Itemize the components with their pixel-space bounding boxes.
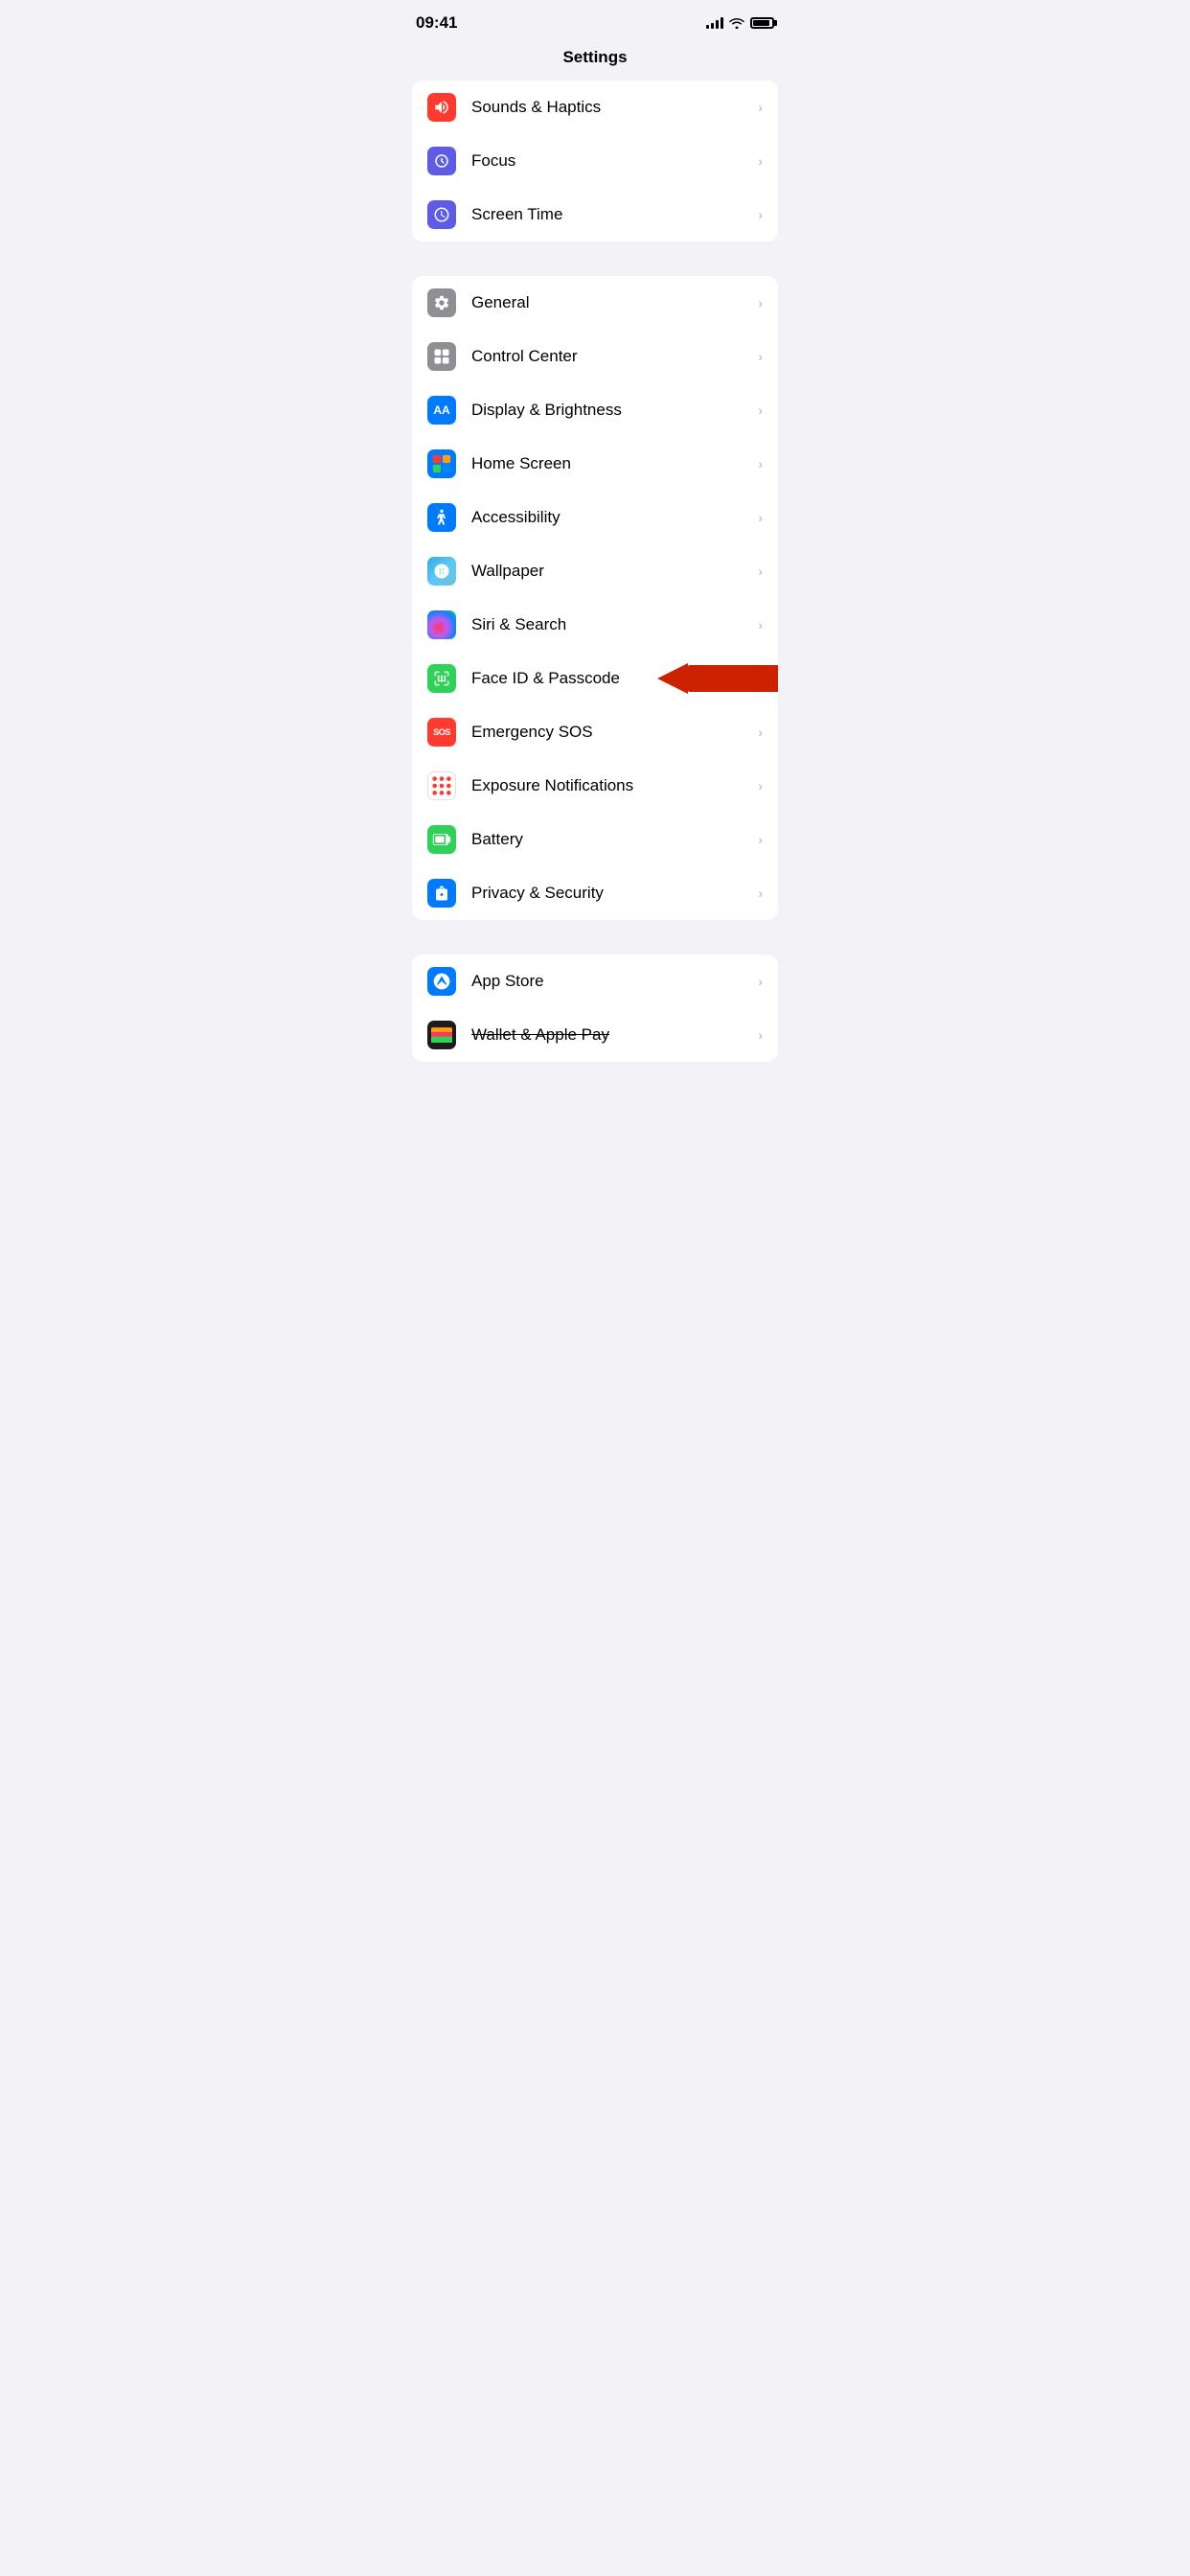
wallet-label: Wallet & Apple Pay: [471, 1025, 758, 1045]
general-chevron: ›: [758, 295, 763, 310]
settings-row-focus[interactable]: Focus ›: [412, 134, 778, 188]
settings-row-appstore[interactable]: App Store ›: [412, 954, 778, 1008]
sos-chevron: ›: [758, 724, 763, 740]
faceid-icon: [427, 664, 456, 693]
accessibility-label: Accessibility: [471, 508, 758, 527]
settings-row-wallpaper[interactable]: Wallpaper ›: [412, 544, 778, 598]
settings-group-1: Sounds & Haptics › Focus › Screen Time ›: [412, 80, 778, 242]
sos-icon: SOS: [427, 718, 456, 747]
wallpaper-chevron: ›: [758, 564, 763, 579]
settings-row-sounds[interactable]: Sounds & Haptics ›: [412, 80, 778, 134]
settings-row-homescreen[interactable]: Home Screen ›: [412, 437, 778, 491]
settings-row-display[interactable]: AA Display & Brightness ›: [412, 383, 778, 437]
homescreen-label: Home Screen: [471, 454, 758, 473]
display-icon: AA: [427, 396, 456, 425]
battery-chevron: ›: [758, 832, 763, 847]
sounds-label: Sounds & Haptics: [471, 98, 758, 117]
screentime-label: Screen Time: [471, 205, 758, 224]
status-time: 09:41: [416, 13, 457, 33]
sounds-chevron: ›: [758, 100, 763, 115]
controlcenter-label: Control Center: [471, 347, 758, 366]
homescreen-chevron: ›: [758, 456, 763, 472]
homescreen-icon: [427, 449, 456, 478]
siri-icon: [427, 610, 456, 639]
general-icon: [427, 288, 456, 317]
privacy-chevron: ›: [758, 886, 763, 901]
focus-chevron: ›: [758, 153, 763, 169]
status-bar: 09:41: [397, 0, 793, 40]
controlcenter-icon: [427, 342, 456, 371]
settings-group-2: General › Control Center › AA Display & …: [412, 276, 778, 920]
privacy-label: Privacy & Security: [471, 884, 758, 903]
wifi-icon: [729, 17, 744, 29]
faceid-label: Face ID & Passcode: [471, 669, 763, 688]
wallpaper-label: Wallpaper: [471, 562, 758, 581]
screentime-icon: [427, 200, 456, 229]
battery-icon: [427, 825, 456, 854]
signal-icon: [706, 17, 723, 29]
settings-row-battery[interactable]: Battery ›: [412, 813, 778, 866]
sos-label: Emergency SOS: [471, 723, 758, 742]
settings-row-controlcenter[interactable]: Control Center ›: [412, 330, 778, 383]
sounds-icon: [427, 93, 456, 122]
exposure-label: Exposure Notifications: [471, 776, 758, 795]
settings-row-screentime[interactable]: Screen Time ›: [412, 188, 778, 242]
appstore-label: App Store: [471, 972, 758, 991]
appstore-chevron: ›: [758, 974, 763, 989]
settings-row-faceid[interactable]: Face ID & Passcode: [412, 652, 778, 705]
display-chevron: ›: [758, 402, 763, 418]
page-title: Settings: [397, 40, 793, 80]
display-label: Display & Brightness: [471, 401, 758, 420]
settings-row-sos[interactable]: SOS Emergency SOS ›: [412, 705, 778, 759]
battery-label: Battery: [471, 830, 758, 849]
wallet-chevron: ›: [758, 1027, 763, 1043]
accessibility-chevron: ›: [758, 510, 763, 525]
screentime-chevron: ›: [758, 207, 763, 222]
settings-row-wallet[interactable]: Wallet & Apple Pay ›: [412, 1008, 778, 1062]
settings-row-siri[interactable]: Siri & Search ›: [412, 598, 778, 652]
focus-icon: [427, 147, 456, 175]
exposure-chevron: ›: [758, 778, 763, 794]
siri-label: Siri & Search: [471, 615, 758, 634]
settings-row-accessibility[interactable]: Accessibility ›: [412, 491, 778, 544]
wallet-icon: [427, 1021, 456, 1049]
battery-status-icon: [750, 17, 774, 29]
general-label: General: [471, 293, 758, 312]
exposure-icon: [427, 771, 456, 800]
settings-group-3: App Store › Wallet & Apple Pay ›: [412, 954, 778, 1062]
settings-row-general[interactable]: General ›: [412, 276, 778, 330]
privacy-icon: [427, 879, 456, 908]
accessibility-icon: [427, 503, 456, 532]
settings-row-exposure[interactable]: Exposure Notifications ›: [412, 759, 778, 813]
wallpaper-icon: [427, 557, 456, 586]
siri-chevron: ›: [758, 617, 763, 632]
status-icons: [706, 17, 774, 29]
appstore-icon: [427, 967, 456, 996]
settings-row-privacy[interactable]: Privacy & Security ›: [412, 866, 778, 920]
controlcenter-chevron: ›: [758, 349, 763, 364]
focus-label: Focus: [471, 151, 758, 171]
